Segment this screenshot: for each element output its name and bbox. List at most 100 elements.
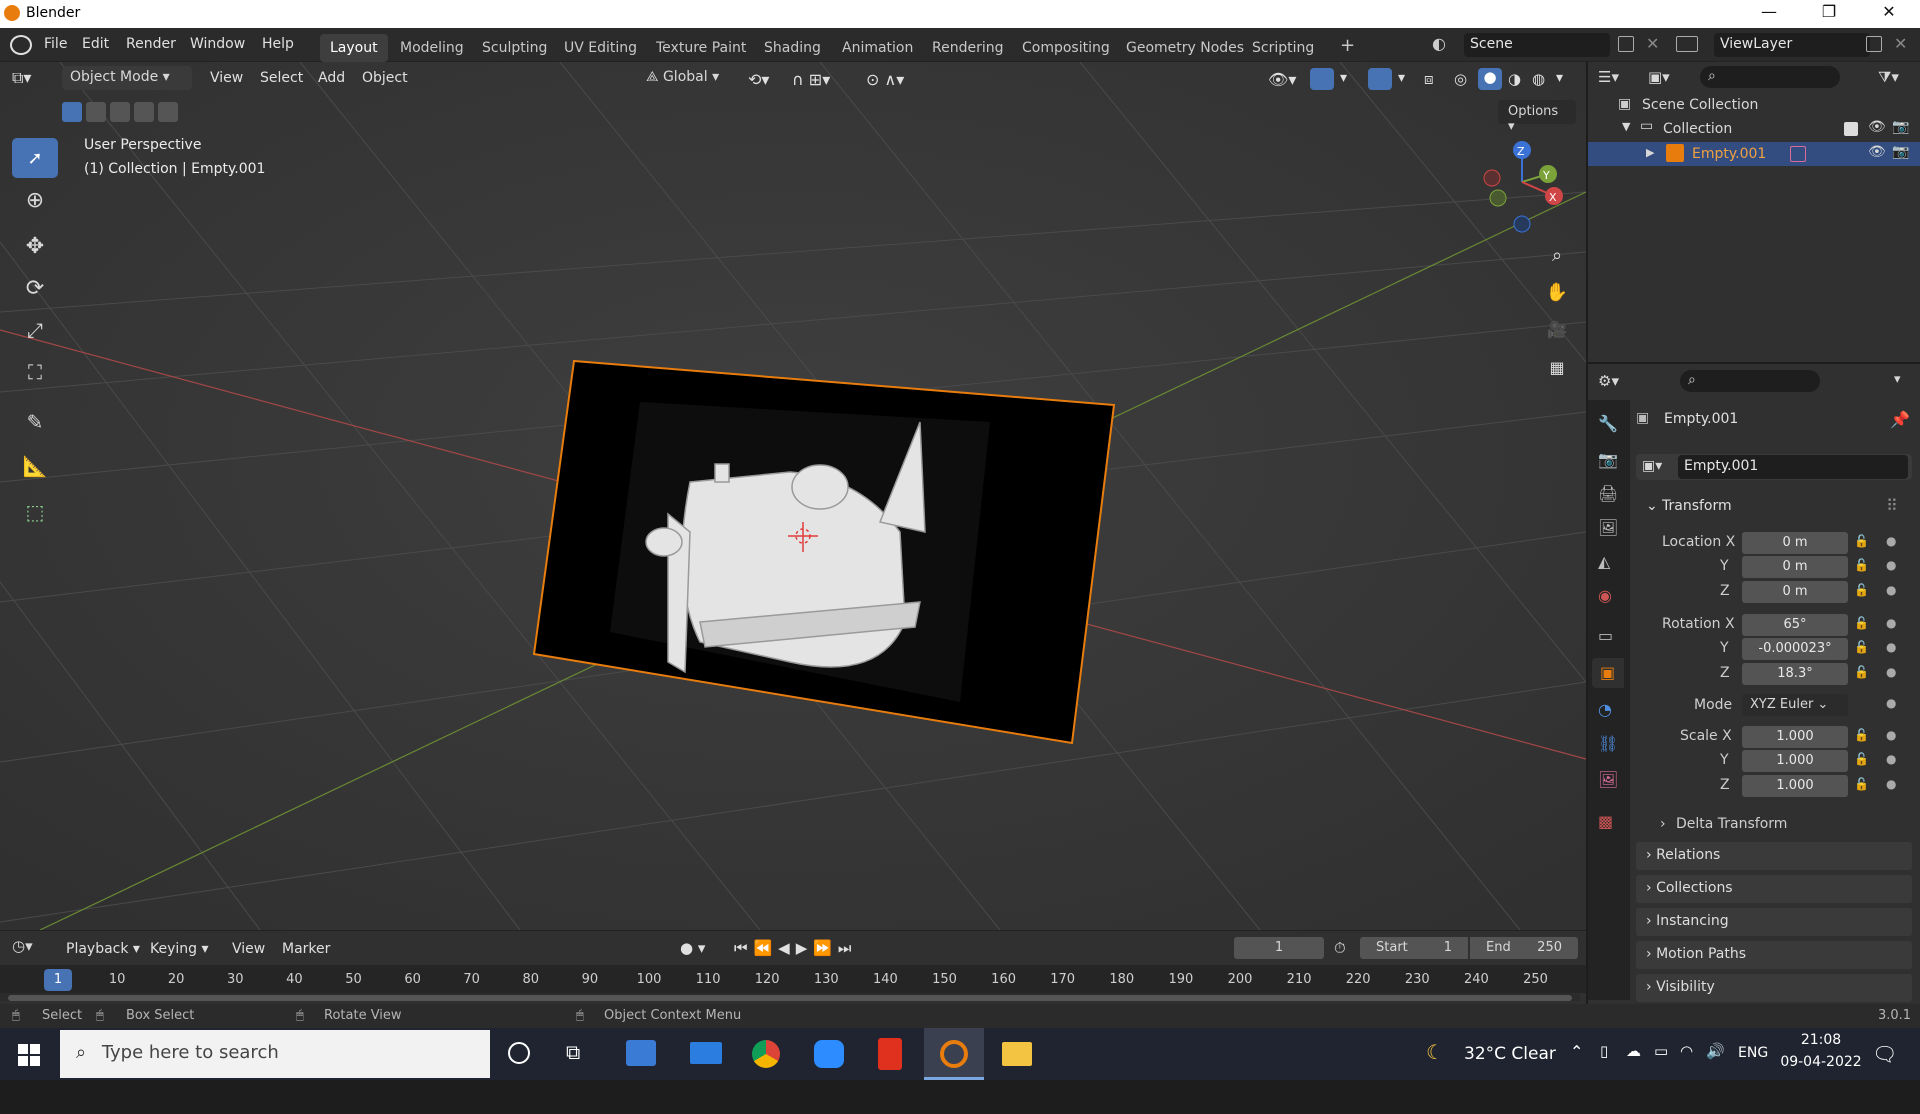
tab-data-icon[interactable]: 🖼 bbox=[1598, 770, 1618, 789]
rotation-mode-dropdown[interactable]: XYZ Euler ⌄ bbox=[1742, 694, 1848, 716]
notifications-icon[interactable]: 🗨 bbox=[1872, 1042, 1897, 1066]
gizmo-toggle-icon[interactable] bbox=[1310, 68, 1334, 90]
3d-viewport[interactable]: Z Y X User Perspective (1) Collection | … bbox=[0, 62, 1586, 930]
tab-constraints-icon[interactable]: ⛓ bbox=[1598, 734, 1618, 753]
overlays-dropdown-icon[interactable]: ▾ bbox=[1398, 70, 1405, 86]
mode-dropdown[interactable]: Object Mode ▾ bbox=[62, 66, 192, 90]
rendered-shading-icon[interactable]: ◍ bbox=[1532, 70, 1545, 88]
onedrive-cloud-icon[interactable]: ☁ bbox=[1626, 1042, 1641, 1060]
scale-x-field[interactable]: 1.000 bbox=[1742, 726, 1848, 748]
collection-expand-icon[interactable]: ▼ bbox=[1622, 120, 1630, 133]
chrome-icon[interactable] bbox=[752, 1040, 780, 1068]
collection-render-camera-icon[interactable]: 📷 bbox=[1892, 119, 1909, 135]
object-name-field[interactable]: Empty.001 bbox=[1678, 455, 1908, 479]
outliner-object-name[interactable]: Empty.001 bbox=[1692, 146, 1766, 162]
display-mode-icon[interactable]: ▣▾ bbox=[1648, 68, 1670, 86]
scene-name-field[interactable]: Scene bbox=[1464, 33, 1610, 57]
xray-toggle-icon[interactable]: ⧈ bbox=[1424, 70, 1434, 88]
solid-shading-icon[interactable]: ● bbox=[1478, 68, 1502, 90]
keyframe-dot-icon[interactable]: ● bbox=[1886, 696, 1896, 710]
measure-tool[interactable]: 📐 bbox=[12, 446, 58, 486]
rotation-z-field[interactable]: 18.3° bbox=[1742, 663, 1848, 685]
scale-y-field[interactable]: 1.000 bbox=[1742, 750, 1848, 772]
transform-tool[interactable]: ⛶ bbox=[12, 352, 58, 392]
timeline-menu-keying[interactable]: Keying ▾ bbox=[150, 941, 209, 957]
lock-icon[interactable]: 🔓 bbox=[1854, 534, 1869, 548]
timeline-scrollbar-thumb[interactable] bbox=[8, 995, 1572, 1001]
timeline-editor-icon[interactable]: ◷▾ bbox=[12, 937, 33, 955]
blender-menu-icon[interactable] bbox=[10, 35, 32, 55]
playback-controls[interactable]: ⏮⏪◀▶⏩⏭ bbox=[734, 939, 857, 957]
move-tool[interactable]: ✥ bbox=[12, 226, 58, 266]
lock-icon[interactable]: 🔓 bbox=[1854, 752, 1869, 766]
zoom-icon[interactable]: ⌕ bbox=[1542, 245, 1572, 275]
menu-file[interactable]: File bbox=[44, 36, 67, 52]
menu-edit[interactable]: Edit bbox=[82, 36, 109, 52]
tab-physics-icon[interactable]: ◔ bbox=[1598, 700, 1612, 719]
tab-collection-icon[interactable]: ▭ bbox=[1598, 626, 1613, 645]
outliner-editor-icon[interactable]: ☰▾ bbox=[1598, 68, 1619, 86]
properties-search-input[interactable]: ⌕ bbox=[1680, 370, 1820, 392]
pin-icon[interactable]: 📌 bbox=[1890, 410, 1910, 429]
start-frame-field[interactable]: Start 1 bbox=[1360, 937, 1468, 959]
properties-options-icon[interactable]: ▾ bbox=[1894, 372, 1901, 387]
section-instancing[interactable]: › Instancing bbox=[1636, 908, 1912, 936]
tab-texture-icon[interactable]: ▩ bbox=[1598, 812, 1613, 831]
timeline-menu-playback[interactable]: Playback ▾ bbox=[66, 941, 140, 957]
object-render-camera-icon[interactable]: 📷 bbox=[1892, 144, 1909, 160]
cursor-tool[interactable]: ⊕ bbox=[12, 180, 58, 220]
location-z-field[interactable]: 0 m bbox=[1742, 581, 1848, 603]
tab-shading[interactable]: Shading bbox=[756, 38, 829, 58]
tab-view-layer-icon[interactable]: 🖼 bbox=[1598, 518, 1618, 537]
delta-transform-header[interactable]: Delta Transform bbox=[1676, 816, 1787, 832]
task-view-icon[interactable]: ⧉ bbox=[566, 1040, 580, 1064]
tab-scene-icon[interactable]: ◭ bbox=[1598, 552, 1610, 571]
minimize-button[interactable]: — bbox=[1746, 2, 1792, 26]
overlays-toggle-icon[interactable] bbox=[1368, 68, 1392, 90]
tab-uv-editing[interactable]: UV Editing bbox=[556, 38, 645, 58]
select-subtract-icon[interactable] bbox=[110, 102, 130, 122]
location-y-field[interactable]: 0 m bbox=[1742, 556, 1848, 578]
tab-modeling[interactable]: Modeling bbox=[392, 38, 472, 58]
tray-device-icon[interactable]: ▯ bbox=[1600, 1042, 1608, 1060]
section-relations[interactable]: › Relations bbox=[1636, 842, 1912, 870]
add-workspace-button[interactable]: + bbox=[1332, 33, 1363, 58]
tab-scripting[interactable]: Scripting bbox=[1244, 38, 1322, 58]
menu-render[interactable]: Render bbox=[126, 36, 176, 52]
snap-magnet-icon[interactable]: ∩ ⊞▾ bbox=[792, 70, 830, 89]
lock-icon[interactable]: 🔓 bbox=[1854, 616, 1869, 630]
viewport-menu-select[interactable]: Select bbox=[260, 70, 303, 86]
orientation-dropdown[interactable]: ⟁ Global ▾ bbox=[640, 66, 736, 90]
current-frame-field[interactable]: 1 bbox=[1234, 937, 1324, 959]
section-visibility[interactable]: › Visibility bbox=[1636, 974, 1912, 1002]
select-new-icon[interactable] bbox=[62, 102, 82, 122]
delete-view-layer-icon[interactable]: ✕ bbox=[1894, 34, 1907, 53]
outliner-search-input[interactable]: ⌕ bbox=[1700, 66, 1840, 88]
pivot-point-icon[interactable]: ⟲▾ bbox=[748, 70, 769, 89]
lock-icon[interactable]: 🔓 bbox=[1854, 558, 1869, 572]
outliner-collection[interactable]: Collection bbox=[1663, 121, 1732, 137]
zoom-app-icon[interactable] bbox=[814, 1040, 844, 1068]
camera-view-icon[interactable]: 🎥 bbox=[1542, 320, 1572, 350]
view-layer-field[interactable]: ViewLayer bbox=[1714, 33, 1870, 57]
language-indicator[interactable]: ENG bbox=[1738, 1045, 1768, 1061]
select-invert-icon[interactable] bbox=[134, 102, 154, 122]
perspective-toggle-icon[interactable]: ▦ bbox=[1542, 358, 1572, 388]
blender-taskbar-button[interactable] bbox=[924, 1028, 984, 1080]
wifi-icon[interactable]: ◠ bbox=[1680, 1042, 1693, 1060]
keyframe-dot-icon[interactable]: ● bbox=[1886, 616, 1896, 630]
tab-tool-icon[interactable]: 🔧 bbox=[1598, 414, 1618, 433]
select-extend-icon[interactable] bbox=[86, 102, 106, 122]
cortana-icon[interactable] bbox=[508, 1042, 530, 1064]
clock-date[interactable]: 09-04-2022 bbox=[1776, 1054, 1866, 1070]
keyframe-dot-icon[interactable]: ● bbox=[1886, 665, 1896, 679]
tab-animation[interactable]: Animation bbox=[834, 38, 921, 58]
scale-z-field[interactable]: 1.000 bbox=[1742, 775, 1848, 797]
menu-window[interactable]: Window bbox=[190, 36, 245, 52]
timeline-menu-view[interactable]: View bbox=[232, 941, 265, 957]
annotate-tool[interactable]: ✎ bbox=[12, 402, 58, 442]
rotation-x-field[interactable]: 65° bbox=[1742, 614, 1848, 636]
keyframe-dot-icon[interactable]: ● bbox=[1886, 640, 1896, 654]
lock-icon[interactable]: 🔓 bbox=[1854, 777, 1869, 791]
rotation-y-field[interactable]: -0.000023° bbox=[1742, 638, 1848, 660]
